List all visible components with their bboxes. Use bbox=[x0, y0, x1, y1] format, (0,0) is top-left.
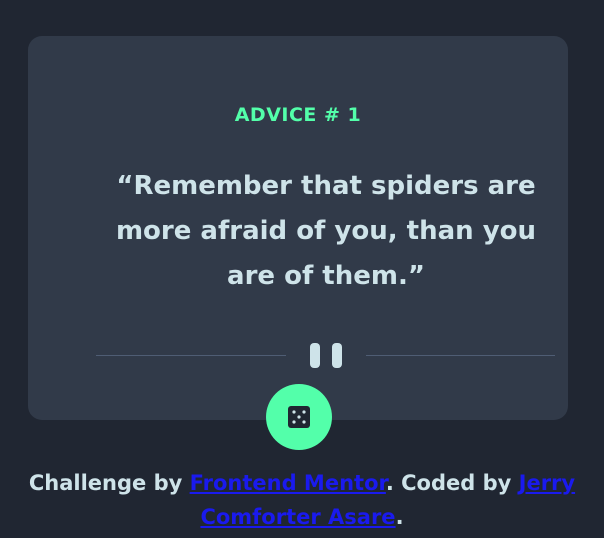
divider-line-left bbox=[96, 355, 286, 356]
attribution-middle: . Coded by bbox=[385, 471, 519, 495]
attribution-suffix: . bbox=[395, 505, 404, 529]
dice-icon bbox=[288, 406, 310, 428]
pause-bar-right bbox=[332, 343, 342, 368]
attribution: Challenge by Frontend Mentor. Coded by J… bbox=[0, 466, 604, 534]
attribution-prefix: Challenge by bbox=[28, 471, 190, 495]
advice-title: ADVICE # 1 bbox=[234, 104, 362, 126]
divider-line-right bbox=[366, 355, 555, 356]
advice-quote: “Remember that spiders are more afraid o… bbox=[115, 171, 537, 291]
advice-card: ADVICE # 1 “Remember that spiders are mo… bbox=[28, 36, 568, 420]
pause-icon bbox=[310, 343, 344, 368]
pause-bar-left bbox=[310, 343, 320, 368]
frontend-mentor-link[interactable]: Frontend Mentor bbox=[190, 471, 386, 495]
generate-advice-button[interactable] bbox=[266, 384, 332, 450]
